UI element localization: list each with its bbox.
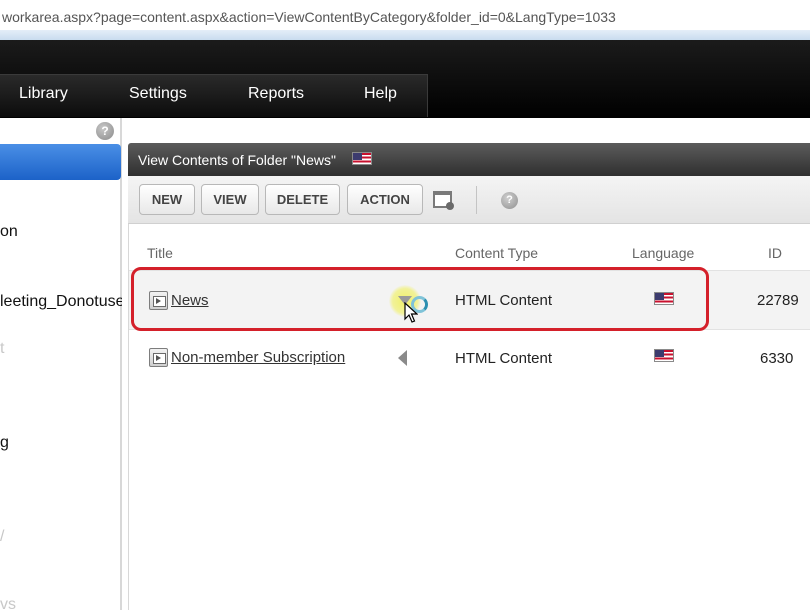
content-id-cell: 6330 [760, 350, 794, 367]
sidebar-selected-bar[interactable] [0, 144, 121, 180]
tree-item[interactable]: leeting_Donotuse [0, 293, 122, 311]
address-bar[interactable]: workarea.aspx?page=content.aspx&action=V… [0, 0, 810, 34]
content-type-cell: HTML Content [455, 350, 552, 367]
new-button[interactable]: NEW [139, 184, 195, 215]
column-header-content-type[interactable]: Content Type [455, 245, 538, 261]
help-icon[interactable]: ? [96, 122, 114, 140]
us-flag-icon [654, 349, 674, 362]
action-button[interactable]: ACTION [347, 184, 423, 215]
tree-item[interactable]: / [0, 528, 122, 546]
menu-item-reports[interactable]: Reports [248, 85, 304, 103]
tree-item[interactable]: vs [0, 596, 122, 610]
tree-item[interactable]: g [0, 434, 122, 452]
panel-title: View Contents of Folder "News" [138, 152, 336, 168]
column-header-title[interactable]: Title [147, 245, 173, 261]
view-button[interactable]: VIEW [201, 184, 259, 215]
column-header-id[interactable]: ID [768, 245, 782, 261]
browser-toolbar-strip [0, 30, 810, 40]
us-flag-icon [352, 152, 372, 165]
help-icon[interactable]: ? [501, 192, 518, 209]
toolbar-divider [476, 186, 477, 214]
content-id-cell: 22789 [757, 292, 799, 309]
menu-item-settings[interactable]: Settings [129, 85, 187, 103]
tree-item[interactable]: on [0, 223, 122, 241]
menu-item-library[interactable]: Library [19, 85, 68, 103]
tree-item[interactable]: t [0, 340, 122, 358]
delete-button[interactable]: DELETE [265, 184, 340, 215]
url-text[interactable]: workarea.aspx?page=content.aspx&action=V… [2, 9, 616, 25]
content-title-link[interactable]: Non-member Subscription [171, 349, 345, 366]
menu-item-help[interactable]: Help [364, 85, 397, 103]
html-content-icon [149, 348, 168, 367]
column-header-language[interactable]: Language [632, 245, 694, 261]
window-settings-icon[interactable] [433, 191, 454, 210]
context-menu-arrow-icon[interactable] [398, 350, 407, 366]
highlight-box [131, 267, 709, 331]
